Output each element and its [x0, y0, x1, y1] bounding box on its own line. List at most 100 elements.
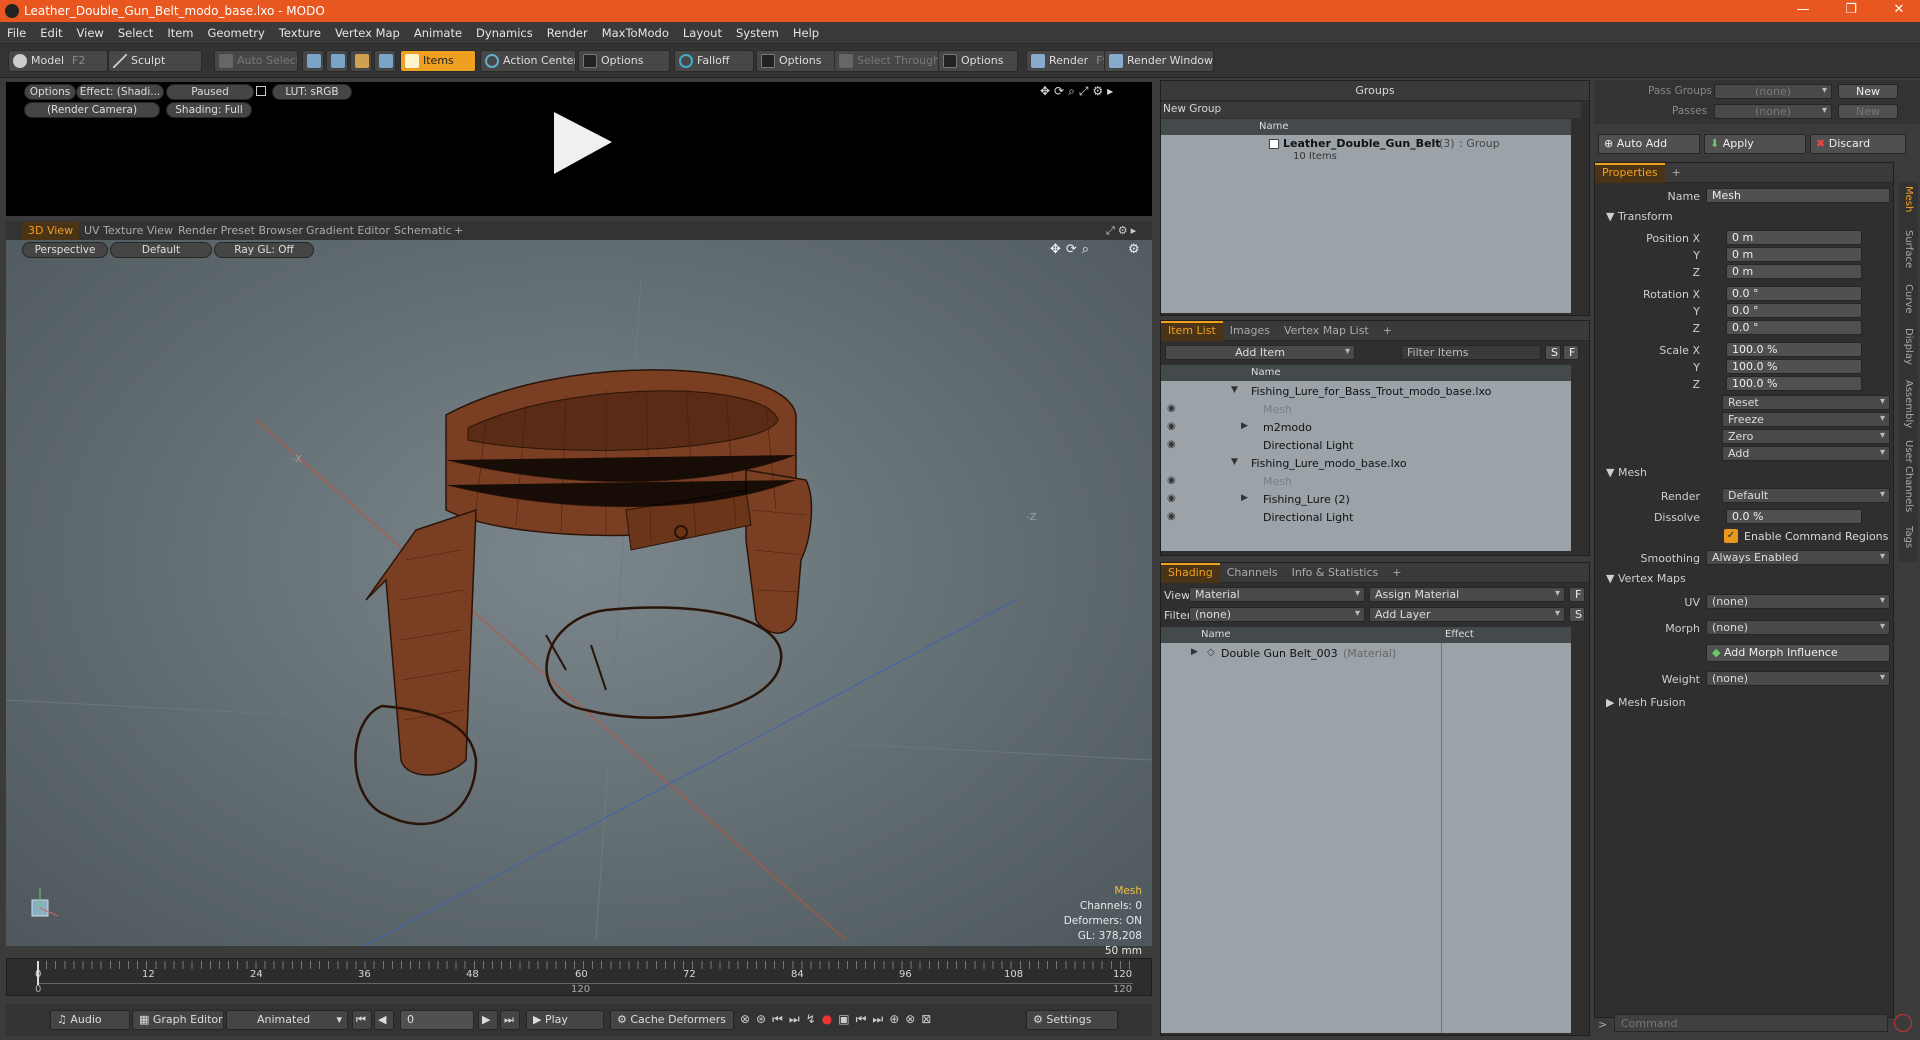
- add-tab-button[interactable]: +: [448, 222, 469, 240]
- vertex-maps-section[interactable]: ▼ Vertex Maps: [1598, 572, 1894, 588]
- goto-end-button[interactable]: ⏭: [500, 1010, 520, 1030]
- uv-dropdown[interactable]: (none): [1706, 594, 1890, 609]
- render-dropdown[interactable]: Default: [1722, 488, 1890, 503]
- tab-gradient-editor[interactable]: Gradient Editor: [300, 222, 396, 240]
- expand-arrow-icon[interactable]: ▼: [1231, 385, 1238, 395]
- assign-material-dropdown[interactable]: Assign Material: [1369, 587, 1565, 602]
- visibility-eye-icon[interactable]: ◉: [1167, 421, 1176, 432]
- model-button[interactable]: Model F2: [8, 50, 108, 72]
- expand-arrow-icon[interactable]: ▶: [1191, 647, 1198, 657]
- side-tab-curve[interactable]: Curve: [1903, 284, 1914, 314]
- scale-y-field[interactable]: 100.0 %: [1726, 359, 1862, 374]
- lock-icon[interactable]: [256, 86, 266, 96]
- add-morph-influence-button[interactable]: ◆ Add Morph Influence: [1706, 644, 1890, 662]
- visibility-eye-icon[interactable]: ◉: [1167, 493, 1176, 504]
- mesh-section[interactable]: ▼ Mesh: [1598, 466, 1894, 482]
- items-button[interactable]: Items: [400, 50, 476, 72]
- sculpt-button[interactable]: Sculpt: [108, 50, 202, 72]
- side-tab-user-channels[interactable]: User Channels: [1903, 440, 1914, 512]
- render-camera-dropdown[interactable]: (Render Camera): [24, 102, 160, 118]
- expand-arrow-icon[interactable]: ▶: [1241, 493, 1248, 503]
- smoothing-dropdown[interactable]: Always Enabled: [1706, 550, 1890, 565]
- transform-section[interactable]: ▼ Transform: [1598, 210, 1894, 226]
- effect-dropdown[interactable]: Effect: (Shadi...: [76, 84, 164, 100]
- close-button[interactable]: ✕: [1884, 2, 1914, 17]
- settings-button[interactable]: ⚙ Settings: [1026, 1010, 1118, 1030]
- select-through-button[interactable]: Select Through: [834, 50, 940, 72]
- auto-select-button[interactable]: Auto Select: [214, 50, 298, 72]
- viewport-tab-options[interactable]: ⤢⚙▸: [1106, 224, 1139, 238]
- command-history-icon[interactable]: [1894, 1014, 1912, 1032]
- belt-model[interactable]: [354, 369, 813, 826]
- frame-field[interactable]: 0: [400, 1010, 474, 1030]
- rotation-z-field[interactable]: 0.0 °: [1726, 320, 1862, 335]
- cache-deformers-button[interactable]: ⚙ Cache Deformers: [610, 1010, 734, 1030]
- shading-dropdown[interactable]: Shading: Full: [166, 102, 252, 118]
- menu-dynamics[interactable]: Dynamics: [469, 22, 540, 44]
- passes-dropdown[interactable]: (none): [1714, 104, 1832, 119]
- add-layer-dropdown[interactable]: Add Layer: [1369, 607, 1565, 622]
- item-list-table[interactable]: Name ▼ Fishing_Lure_for_Bass_Trout_modo_b…: [1161, 365, 1571, 551]
- menu-geometry[interactable]: Geometry: [201, 22, 272, 44]
- weight-dropdown[interactable]: (none): [1706, 671, 1890, 686]
- side-tab-tags[interactable]: Tags: [1903, 526, 1914, 548]
- render-window-button[interactable]: Render Window: [1104, 50, 1214, 72]
- material-row[interactable]: ▶ ◇ Double Gun Belt_003 (Material): [1161, 645, 1571, 663]
- prev-key-button[interactable]: ◀: [374, 1010, 394, 1030]
- tab-vertex-map-list[interactable]: Vertex Map List: [1277, 321, 1376, 341]
- item-list-row[interactable]: ▼ Fishing_Lure_modo_base.lxo: [1161, 455, 1571, 473]
- menu-texture[interactable]: Texture: [272, 22, 328, 44]
- tab-render-preset-browser[interactable]: Render Preset Browser: [172, 222, 309, 240]
- rotation-x-field[interactable]: 0.0 °: [1726, 286, 1862, 301]
- shading-table[interactable]: Name Effect ▶ ◇ Double Gun Belt_003 (Mat…: [1161, 627, 1571, 1033]
- tab-3d-view[interactable]: 3D View: [22, 222, 80, 240]
- item-list-row[interactable]: ◉ Mesh: [1161, 473, 1571, 491]
- scale-z-field[interactable]: 100.0 %: [1726, 376, 1862, 391]
- pass-groups-dropdown[interactable]: (none): [1714, 84, 1832, 99]
- preview-options-button[interactable]: Options: [24, 84, 76, 100]
- position-z-field[interactable]: 0 m: [1726, 264, 1862, 279]
- select-edges-button[interactable]: [326, 50, 348, 72]
- rotation-y-field[interactable]: 0.0 °: [1726, 303, 1862, 318]
- filter-s-button[interactable]: S: [1545, 345, 1561, 360]
- record-icon[interactable]: ●: [822, 1012, 838, 1026]
- menu-layout[interactable]: Layout: [676, 22, 729, 44]
- dissolve-field[interactable]: 0.0 %: [1726, 509, 1862, 524]
- add-tab-button[interactable]: +: [1665, 163, 1688, 183]
- graph-editor-button[interactable]: ▦ Graph Editor: [132, 1010, 224, 1030]
- item-list-row[interactable]: ◉ Mesh: [1161, 401, 1571, 419]
- expand-arrow-icon[interactable]: ▼: [1231, 457, 1238, 467]
- item-list-row[interactable]: ◉ Directional Light: [1161, 509, 1571, 527]
- item-list-row[interactable]: ◉ ▶ Fishing_Lure (2): [1161, 491, 1571, 509]
- paused-button[interactable]: Paused: [166, 84, 254, 100]
- menu-render[interactable]: Render: [540, 22, 595, 44]
- item-list-row[interactable]: ◉ Directional Light: [1161, 437, 1571, 455]
- side-tab-surface[interactable]: Surface: [1903, 230, 1914, 268]
- discard-button[interactable]: ✖ Discard: [1810, 134, 1906, 154]
- menu-select[interactable]: Select: [111, 22, 160, 44]
- expand-arrow-icon[interactable]: ▶: [1241, 421, 1248, 431]
- lut-dropdown[interactable]: LUT: sRGB: [272, 84, 352, 100]
- menu-item[interactable]: Item: [160, 22, 200, 44]
- menu-system[interactable]: System: [729, 22, 786, 44]
- view-dropdown[interactable]: Material: [1189, 587, 1365, 602]
- tab-images[interactable]: Images: [1223, 321, 1277, 341]
- timeline[interactable]: 0 12 24 36 48 60 72 84 96 108 120 0 120 …: [6, 958, 1152, 996]
- new-pass-group-button[interactable]: New: [1838, 84, 1898, 99]
- select-polygons-button[interactable]: [350, 50, 372, 72]
- menu-animate[interactable]: Animate: [407, 22, 469, 44]
- menu-file[interactable]: File: [0, 22, 33, 44]
- apply-button[interactable]: ⬇ Apply: [1704, 134, 1806, 154]
- visibility-eye-icon[interactable]: ◉: [1167, 439, 1176, 450]
- new-group-button[interactable]: New Group: [1161, 102, 1581, 118]
- add-dropdown[interactable]: Add: [1722, 446, 1890, 461]
- tab-uv-texture-view[interactable]: UV Texture View: [78, 222, 179, 240]
- side-tab-display[interactable]: Display: [1903, 328, 1914, 365]
- morph-dropdown[interactable]: (none): [1706, 620, 1890, 635]
- scale-x-field[interactable]: 100.0 %: [1726, 342, 1862, 357]
- add-item-dropdown[interactable]: Add Item: [1165, 345, 1355, 360]
- options-button-2[interactable]: Options: [756, 50, 836, 72]
- goto-start-button[interactable]: ⏮: [352, 1010, 372, 1030]
- menu-help[interactable]: Help: [786, 22, 826, 44]
- tab-info-statistics[interactable]: Info & Statistics: [1285, 563, 1386, 583]
